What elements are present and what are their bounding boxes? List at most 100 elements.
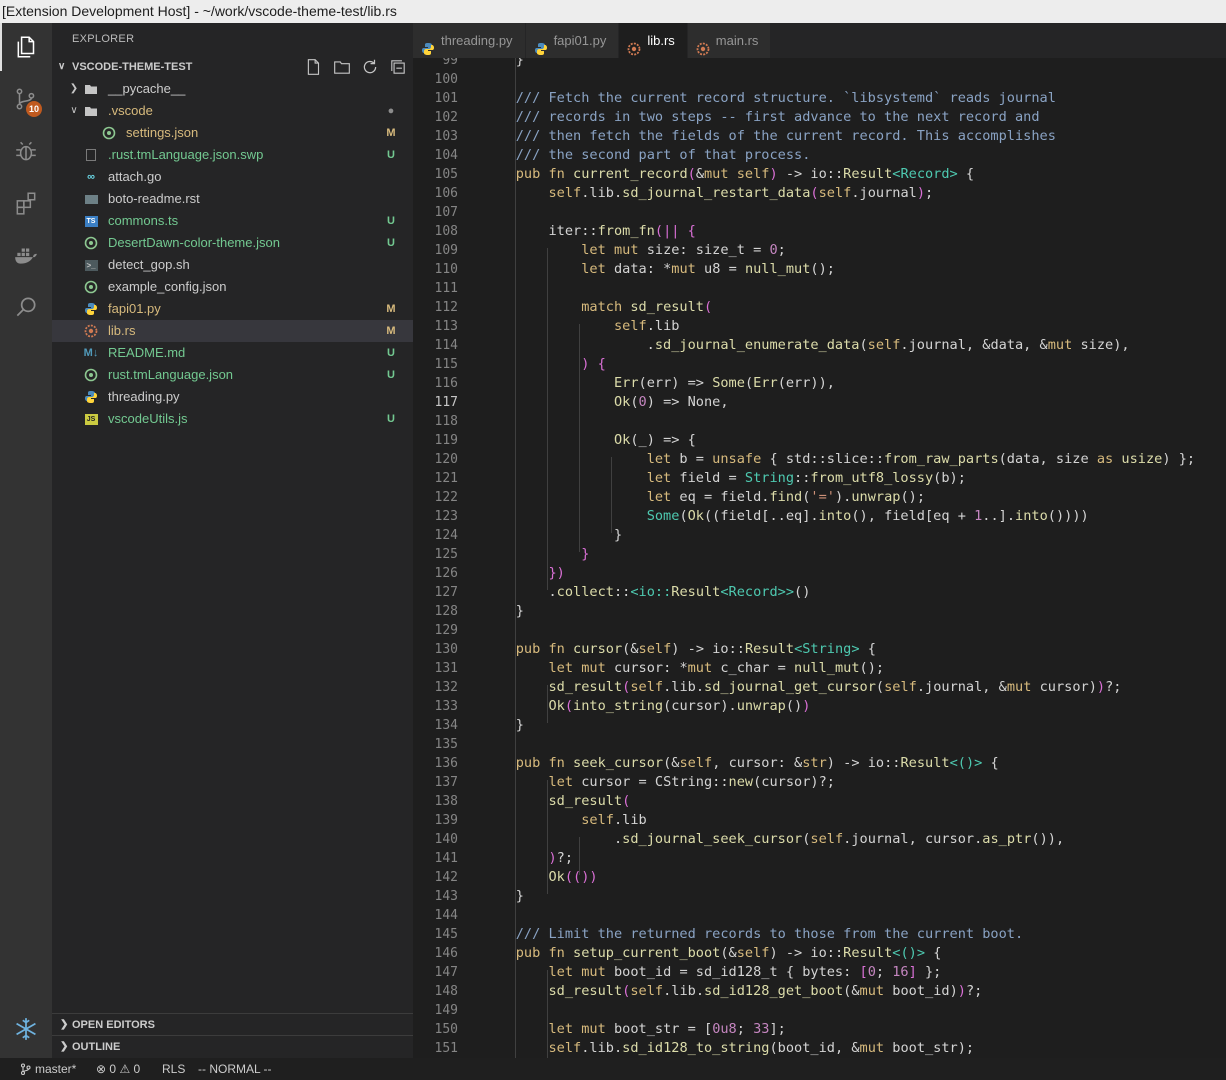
code-line: /// the second part of that process. bbox=[515, 147, 811, 163]
scm-badge: 10 bbox=[26, 101, 42, 117]
line-number: 134 bbox=[434, 718, 458, 733]
explorer-file[interactable]: boto-readme.rst bbox=[52, 188, 413, 210]
project-section-header[interactable]: ∨ VSCODE-THEME-TEST bbox=[52, 56, 413, 78]
line-number: 129 bbox=[434, 623, 458, 638]
code-line: .sd_journal_seek_cursor(self.journal, cu… bbox=[483, 831, 1065, 847]
explorer-file[interactable]: .rust.tmLanguage.json.swp U bbox=[52, 144, 413, 166]
line-number: 118 bbox=[434, 414, 458, 429]
search-icon[interactable] bbox=[0, 283, 52, 331]
refresh-icon[interactable] bbox=[361, 58, 379, 76]
git-status-badge: ● bbox=[387, 105, 395, 117]
file-label: commons.ts bbox=[108, 213, 179, 228]
explorer-file[interactable]: threading.py bbox=[52, 386, 413, 408]
line-number: 121 bbox=[434, 471, 458, 486]
rust-file-icon bbox=[696, 34, 710, 56]
code-line: )?; bbox=[548, 850, 574, 866]
chevron-right-icon: ❯ bbox=[60, 1019, 69, 1030]
explorer-title: EXPLORER bbox=[72, 33, 135, 45]
python-file-icon bbox=[84, 390, 98, 404]
file-label: .vscode bbox=[108, 103, 153, 118]
line-number: 112 bbox=[434, 300, 458, 315]
folder-icon bbox=[84, 104, 98, 118]
code-line: } bbox=[483, 58, 524, 68]
file-label: boto-readme.rst bbox=[108, 191, 200, 206]
explorer-file[interactable]: example_config.json bbox=[52, 276, 413, 298]
line-number: 128 bbox=[434, 604, 458, 619]
git-status-badge: M bbox=[386, 325, 396, 337]
code-line: let data: *mut u8 = null_mut(); bbox=[581, 261, 835, 277]
line-number: 124 bbox=[434, 528, 458, 543]
new-file-icon[interactable] bbox=[305, 58, 323, 76]
line-number: 150 bbox=[434, 1022, 458, 1037]
rls-status[interactable]: RLS bbox=[162, 1058, 185, 1080]
explorer-file[interactable]: lib.rs M bbox=[52, 320, 413, 342]
chevron-down-icon: ∨ bbox=[70, 105, 78, 116]
file-label: example_config.json bbox=[108, 279, 227, 294]
code-line: } bbox=[483, 717, 524, 733]
explorer-folder[interactable]: ∨ .vscode ● bbox=[52, 100, 413, 122]
line-number: 109 bbox=[434, 243, 458, 258]
explorer-file[interactable]: fapi01.py M bbox=[52, 298, 413, 320]
file-icon bbox=[84, 148, 98, 162]
line-number: 131 bbox=[434, 661, 458, 676]
explorer-file[interactable]: rust.tmLanguage.json U bbox=[52, 364, 413, 386]
status-bar: master* ⊗ 0 ⚠ 0 RLS -- NORMAL -- bbox=[0, 1058, 1226, 1080]
code-line: iter::from_fn(|| { bbox=[483, 223, 696, 239]
docker-icon[interactable] bbox=[0, 231, 52, 279]
line-number: 104 bbox=[434, 148, 458, 163]
file-label: README.md bbox=[108, 345, 186, 360]
debug-icon[interactable] bbox=[0, 127, 52, 175]
line-number: 114 bbox=[434, 338, 458, 353]
json-file-icon bbox=[84, 236, 98, 250]
line-number: 113 bbox=[434, 319, 458, 334]
new-folder-icon[interactable] bbox=[333, 58, 351, 76]
chevron-down-icon: ∨ bbox=[58, 61, 66, 72]
file-label: settings.json bbox=[126, 125, 199, 140]
branch-item[interactable]: master* bbox=[20, 1058, 76, 1080]
editor-tab[interactable]: fapi01.py bbox=[525, 23, 620, 58]
code-line: }) bbox=[548, 565, 565, 581]
git-status-badge: U bbox=[387, 347, 395, 359]
vim-mode: -- NORMAL -- bbox=[198, 1062, 272, 1076]
collapse-all-icon[interactable] bbox=[389, 58, 407, 76]
line-number: 110 bbox=[434, 262, 458, 277]
explorer-icon[interactable] bbox=[0, 23, 52, 71]
file-tree: ❯ __pycache__ ∨ .vscode ● settings.json M .rust… bbox=[52, 78, 413, 430]
code-editor[interactable]: 99 } 100 101 /// Fetch the current record … bbox=[413, 58, 1226, 1058]
code-line: sd_result(self.lib.sd_id128_get_boot(&mu… bbox=[548, 983, 983, 999]
explorer-file[interactable]: M↓ README.md U bbox=[52, 342, 413, 364]
line-number: 136 bbox=[434, 756, 458, 771]
editor-tab[interactable]: main.rs bbox=[687, 23, 772, 58]
code-line: self.lib bbox=[581, 812, 647, 828]
line-number: 111 bbox=[434, 281, 458, 296]
explorer-file[interactable]: JS vscodeUtils.js U bbox=[52, 408, 413, 430]
source-control-icon[interactable]: 10 bbox=[0, 75, 52, 123]
tab-label: main.rs bbox=[715, 33, 759, 48]
line-number: 148 bbox=[434, 984, 458, 999]
explorer-file[interactable]: DesertDawn-color-theme.json U bbox=[52, 232, 413, 254]
open-editors-header[interactable]: ❯ OPEN EDITORS bbox=[52, 1013, 413, 1035]
code-line: } bbox=[483, 603, 524, 619]
line-number: 149 bbox=[434, 1003, 458, 1018]
chevron-right-icon: ❯ bbox=[60, 1041, 69, 1052]
explorer-file[interactable]: settings.json M bbox=[52, 122, 413, 144]
problems-item[interactable]: ⊗ 0 ⚠ 0 bbox=[96, 1058, 140, 1080]
snowflake-icon[interactable] bbox=[0, 1005, 52, 1053]
editor-tab[interactable]: lib.rs bbox=[619, 23, 688, 58]
activity-bar: 10 bbox=[0, 23, 52, 1058]
code-line: /// records in two steps -- first advanc… bbox=[515, 109, 1040, 125]
explorer-file[interactable]: >_ detect_gop.sh bbox=[52, 254, 413, 276]
tab-label: lib.rs bbox=[647, 33, 675, 48]
extensions-icon[interactable] bbox=[0, 179, 52, 227]
explorer-file[interactable]: TS commons.ts U bbox=[52, 210, 413, 232]
explorer-file[interactable]: ∞ attach.go bbox=[52, 166, 413, 188]
code-line: pub fn seek_cursor(&self, cursor: &str) … bbox=[515, 755, 999, 771]
python-file-icon bbox=[534, 34, 548, 55]
shell-file-icon: >_ bbox=[84, 259, 98, 271]
editor-tab[interactable]: threading.py bbox=[413, 23, 526, 58]
line-number: 133 bbox=[434, 699, 458, 714]
line-number: 119 bbox=[434, 433, 458, 448]
explorer-folder[interactable]: ❯ __pycache__ bbox=[52, 78, 413, 100]
outline-header[interactable]: ❯ OUTLINE bbox=[52, 1035, 413, 1057]
code-line: Ok(_) => { bbox=[613, 432, 696, 448]
